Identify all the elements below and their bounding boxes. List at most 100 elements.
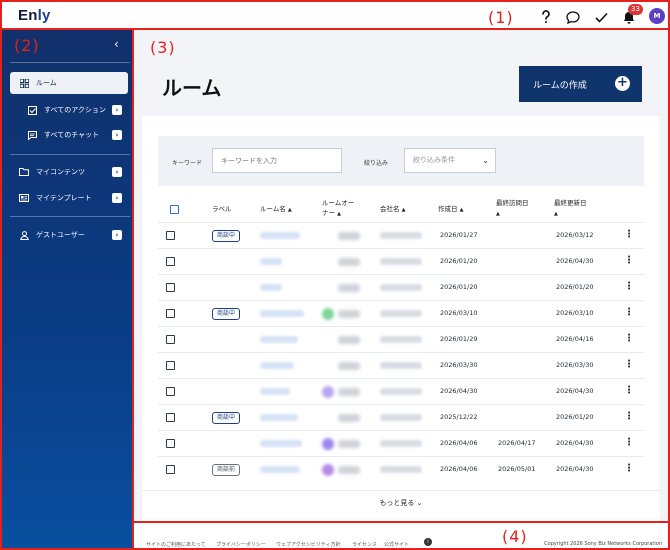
create-room-button[interactable]: ルームの作成 +: [519, 66, 642, 102]
row-checkbox[interactable]: [166, 387, 175, 396]
more-options-icon[interactable]: ⋮: [624, 281, 634, 292]
room-name-link[interactable]: [260, 232, 300, 239]
company-name: [380, 388, 422, 395]
chevron-right-icon[interactable]: ›: [112, 193, 122, 203]
owner-avatar: [322, 463, 362, 477]
footer-link-terms[interactable]: サイトのご利用にあたって: [146, 541, 206, 548]
more-options-icon[interactable]: ⋮: [624, 385, 634, 396]
row-checkbox[interactable]: [166, 413, 175, 422]
room-name-link[interactable]: [260, 284, 282, 291]
room-name-link[interactable]: [260, 440, 302, 447]
room-name-link[interactable]: [260, 466, 300, 473]
more-options-icon[interactable]: ⋮: [624, 229, 634, 240]
row-checkbox[interactable]: [166, 309, 175, 318]
table-row[interactable]: 2026/01/20 2026/01/20 ⋮: [158, 274, 644, 300]
table-row[interactable]: 商談前 2026/04/06 2026/05/01 2026/04/30 ⋮: [158, 456, 644, 482]
row-checkbox[interactable]: [166, 257, 175, 266]
chevron-right-icon[interactable]: ›: [112, 230, 122, 240]
col-header-created[interactable]: 作成日 ▲: [438, 204, 463, 215]
sidebar-item-guest-users[interactable]: ゲストユーザー ›: [10, 224, 128, 246]
room-name-link[interactable]: [260, 388, 290, 395]
sidebar-divider: [10, 154, 130, 155]
row-checkbox[interactable]: [166, 361, 175, 370]
more-options-icon[interactable]: ⋮: [624, 333, 634, 344]
sidebar-item-all-chats[interactable]: すべてのチャット ›: [10, 124, 128, 146]
owner-avatar: [322, 229, 362, 243]
folder-icon: [18, 168, 30, 176]
user-avatar[interactable]: M: [649, 8, 665, 24]
created-date: 2025/12/22: [440, 413, 478, 421]
col-header-last-visit[interactable]: 最終訪問日 ▲: [496, 198, 529, 219]
info-icon[interactable]: i: [424, 538, 432, 546]
row-checkbox[interactable]: [166, 335, 175, 344]
more-options-icon[interactable]: ⋮: [624, 307, 634, 318]
owner-dot: [322, 230, 334, 242]
filter-select[interactable]: 絞り込み条件 ⌄: [404, 148, 496, 173]
show-more-button[interactable]: もっと見る ⌄: [142, 498, 660, 508]
table-row[interactable]: 2026/04/30 2026/04/30 ⋮: [158, 378, 644, 404]
notification-badge: 33: [628, 4, 643, 15]
room-name-link[interactable]: [260, 414, 298, 421]
sidebar-item-all-actions[interactable]: すべてのアクション ›: [10, 99, 128, 121]
table-row[interactable]: 商談中 2026/03/10 2026/03/10 ⋮: [158, 300, 644, 326]
col-header-room-name[interactable]: ルーム名 ▲: [260, 204, 292, 215]
row-checkbox[interactable]: [166, 465, 175, 474]
created-date: 2026/01/20: [440, 283, 478, 291]
col-header-text: ナー: [322, 209, 335, 217]
owner-avatar: [322, 437, 362, 451]
more-options-icon[interactable]: ⋮: [624, 463, 634, 474]
col-header-last-update[interactable]: 最終更新日 ▲: [554, 198, 587, 219]
owner-name: [338, 284, 360, 292]
table-row[interactable]: 商談中 2025/12/22 2026/01/20 ⋮: [158, 404, 644, 430]
sidebar-item-my-templates[interactable]: マイテンプレート ›: [10, 187, 128, 209]
room-name-link[interactable]: [260, 336, 298, 343]
sidebar-item-label: すべてのアクション: [44, 106, 106, 114]
table-row[interactable]: 2026/03/30 2026/03/30 ⋮: [158, 352, 644, 378]
table-row[interactable]: 2026/04/06 2026/04/17 2026/04/30 ⋮: [158, 430, 644, 456]
table-row[interactable]: 商談中 2026/01/27 2026/03/12 ⋮: [158, 222, 644, 248]
table-row[interactable]: 2026/01/20 2026/04/30 ⋮: [158, 248, 644, 274]
col-header-company[interactable]: 会社名 ▲: [380, 204, 405, 215]
company-name: [380, 284, 422, 291]
room-name-link[interactable]: [260, 362, 294, 369]
row-checkbox[interactable]: [166, 283, 175, 292]
more-options-icon[interactable]: ⋮: [624, 359, 634, 370]
more-options-icon[interactable]: ⋮: [624, 411, 634, 422]
footer-link-license[interactable]: ライセンス: [352, 541, 377, 548]
chevron-right-icon[interactable]: ›: [112, 105, 122, 115]
room-name-link[interactable]: [260, 258, 282, 265]
room-name-link[interactable]: [260, 310, 304, 317]
footer-link-privacy[interactable]: プライバシーポリシー: [216, 541, 266, 548]
col-header-text: 作成日: [438, 205, 458, 213]
more-options-icon[interactable]: ⋮: [624, 255, 634, 266]
chevron-right-icon[interactable]: ›: [112, 130, 122, 140]
footer: (4) サイトのご利用にあたって プライバシーポリシー ウェブアクセシビリティ方…: [134, 523, 670, 550]
row-checkbox[interactable]: [166, 231, 175, 240]
sidebar-item-my-contents[interactable]: マイコンテンツ ›: [10, 161, 128, 183]
row-checkbox[interactable]: [166, 439, 175, 448]
create-room-label: ルームの作成: [533, 80, 587, 91]
table-row[interactable]: 2026/01/29 2026/04/16 ⋮: [158, 326, 644, 352]
sidebar-item-label: すべてのチャット: [44, 131, 100, 139]
footer-link-accessibility[interactable]: ウェブアクセシビリティ方針: [276, 541, 340, 548]
more-options-icon[interactable]: ⋮: [624, 437, 634, 448]
owner-dot: [322, 438, 334, 450]
owner-dot: [322, 360, 334, 372]
chevron-right-icon[interactable]: ›: [112, 167, 122, 177]
status-badge: 商談中: [212, 412, 240, 424]
zone-label-sidebar: (2): [14, 36, 40, 55]
check-icon[interactable]: [592, 8, 610, 26]
col-header-owner[interactable]: ルームオー ナー ▲: [322, 198, 354, 219]
help-icon[interactable]: [537, 8, 555, 26]
sidebar-item-rooms[interactable]: ルーム: [10, 72, 128, 94]
owner-name: [338, 310, 360, 318]
app-logo[interactable]: Enly: [18, 7, 51, 24]
chat-icon[interactable]: [564, 8, 582, 26]
footer-link-official-site[interactable]: 公式サイト: [384, 541, 409, 548]
company-name: [380, 362, 422, 369]
keyword-input[interactable]: [212, 148, 342, 173]
select-all-checkbox[interactable]: [170, 205, 179, 214]
owner-dot: [322, 386, 334, 398]
sidebar-collapse-icon[interactable]: ‹: [114, 37, 119, 51]
page-title: ルーム: [162, 76, 222, 100]
